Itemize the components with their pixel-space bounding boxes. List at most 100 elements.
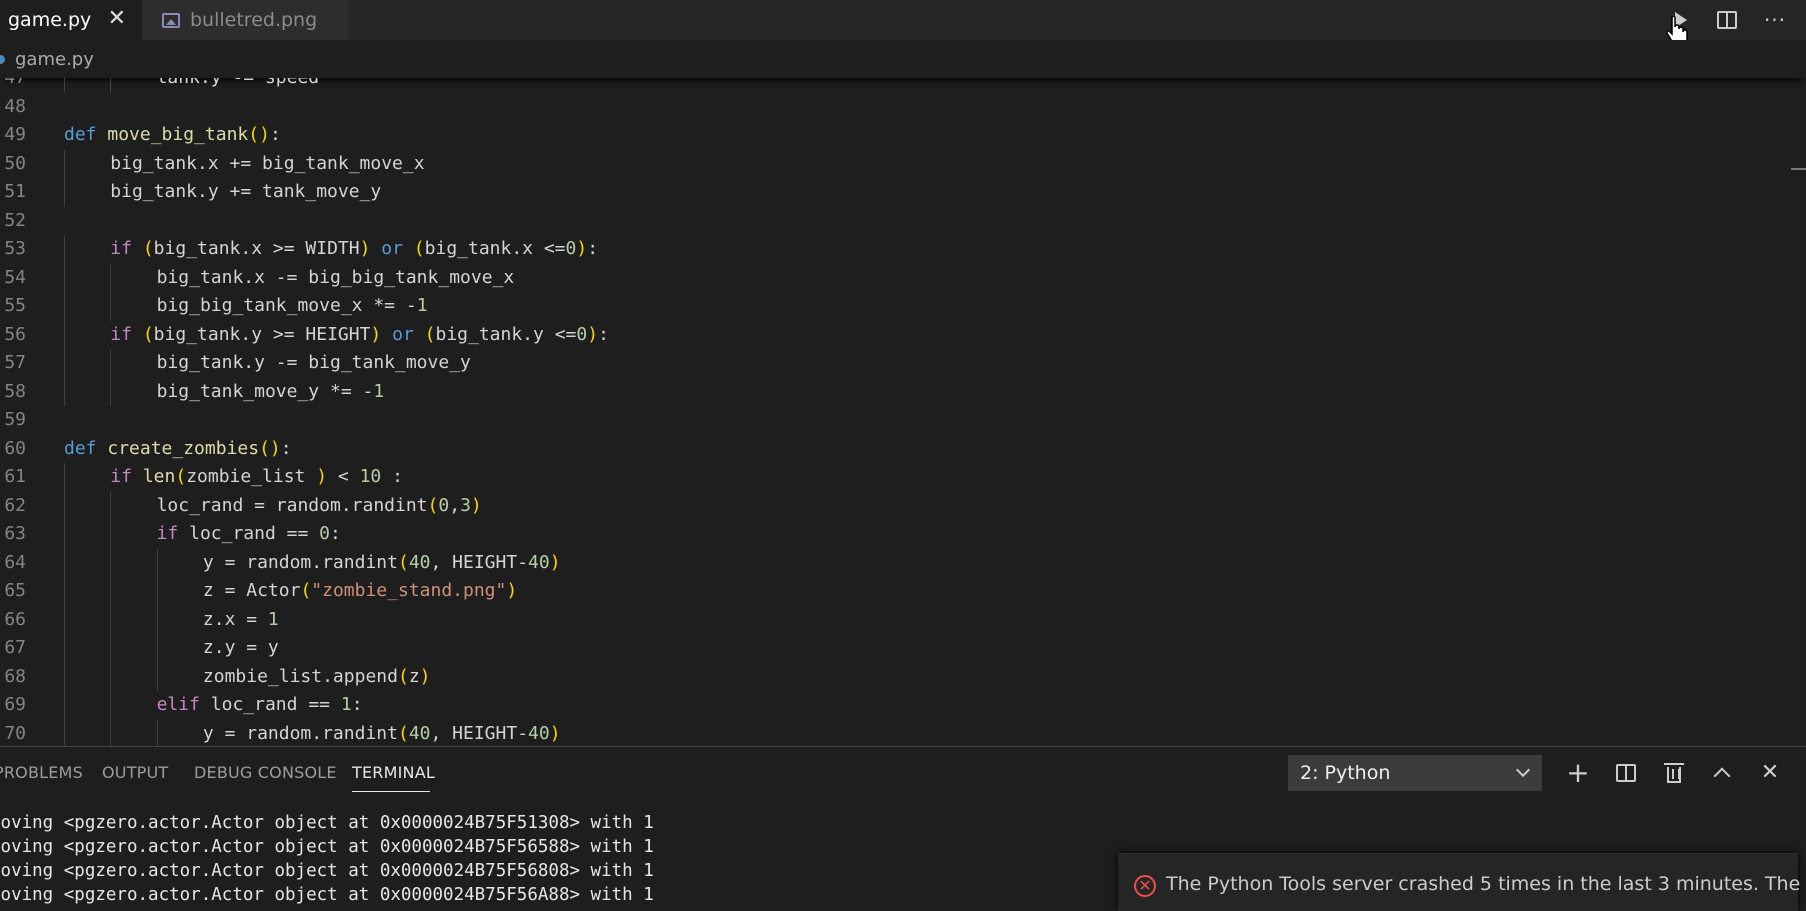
tab-problems[interactable]: PROBLEMS [0,763,83,782]
line-number: 64 [4,551,26,573]
line-number: 68 [4,665,26,687]
line-number: 62 [4,494,26,516]
code-text: def move_big_tank(): [64,124,281,145]
line-number: 48 [4,95,26,117]
active-tab-indicator [352,791,430,792]
code-text: zombie_list.append(z) [202,665,431,687]
indent-guide [110,634,112,663]
code-text: def create_zombies(): [64,437,292,459]
line-number: 61 [4,466,26,487]
new-terminal-icon[interactable]: + [1564,759,1592,787]
scrollbar-position-marker[interactable] [1791,168,1806,170]
code-text: big_tank_move_y *= -1 [156,380,385,402]
breadcrumb: game.py [0,40,1806,78]
line-number: 58 [4,380,26,402]
indent-guide [110,292,112,321]
tab-label: bulletred.png [190,9,318,31]
code-text: y = random.randint(40, HEIGHT-40) [202,551,561,573]
indent-guide [64,78,65,93]
code-text: big_tank.x += big_tank_move_x [110,152,425,174]
indent-guide [64,719,65,746]
error-icon: ✕ [1134,875,1156,897]
terminal-select[interactable]: 2: Python [1288,755,1542,791]
code-text: z.y = y [202,637,279,658]
indent-guide [64,577,65,606]
code-editor[interactable]: 47 tank.y -= speed 48 49 def move_big_tank()… [0,78,1806,746]
indent-guide [110,491,112,520]
indent-guide [156,662,158,691]
tab-label: game.py [8,9,92,31]
indent-guide [64,520,65,549]
code-text: if loc_rand == 0: [156,523,341,544]
line-number: 57 [4,352,26,373]
indent-guide [156,634,158,663]
indent-guide [64,320,65,349]
indent-guide [110,78,112,93]
indent-guide [110,691,112,720]
indent-guide [64,634,65,663]
indent-guide [64,605,65,634]
indent-guide [156,548,158,577]
indent-guide [110,577,112,606]
chevron-down-icon [1515,762,1531,778]
python-file-icon [0,54,5,64]
line-number: 65 [4,580,26,601]
line-number: 66 [4,608,26,630]
maximize-panel-icon[interactable] [1708,759,1736,787]
indent-guide [64,377,65,406]
tab-bulletred-png[interactable]: bulletred.png [142,0,348,40]
code-text: if (big_tank.y >= HEIGHT) or (big_tank.y… [110,323,609,345]
terminal-line: moving <pgzero.actor.Actor object at 0x0… [0,837,654,857]
editor-tab-bar: game.py ✕ bulletred.png ··· [0,0,1806,48]
split-terminal-icon[interactable] [1612,759,1640,787]
error-notification[interactable]: ✕ The Python Tools server crashed 5 time… [1118,853,1806,911]
image-file-icon [162,12,180,28]
code-text: tank.y -= speed [157,78,320,93]
close-panel-icon[interactable]: ✕ [1756,759,1784,787]
line-number: 55 [4,295,26,316]
line-number: 63 [4,523,26,544]
tab-output[interactable]: OUTPUT [102,763,168,782]
code-text: y = random.randint(40, HEIGHT-40) [202,722,561,744]
code-text: loc_rand = random.randint(0,3) [156,494,482,516]
close-tab-icon[interactable]: ✕ [108,8,126,30]
line-number: 69 [4,694,26,715]
line-number: 59 [4,409,26,430]
indent-guide [110,605,112,634]
indent-guide [64,691,65,720]
line-number: 53 [4,238,26,259]
line-number: 50 [4,152,26,174]
split-editor-icon[interactable] [1712,6,1742,34]
code-text: elif loc_rand == 1: [156,694,363,715]
line-number: 56 [4,323,26,345]
trash-icon[interactable] [1660,759,1688,787]
indent-guide [64,548,65,577]
more-actions-icon[interactable]: ··· [1760,6,1790,34]
code-text: z = Actor("zombie_stand.png") [202,580,518,601]
code-text: if (big_tank.x >= WIDTH) or (big_tank.x … [110,238,599,259]
terminal-select-value: 2: Python [1300,762,1391,784]
terminal-line: moving <pgzero.actor.Actor object at 0x0… [0,885,654,905]
tab-game-py[interactable]: game.py ✕ [0,0,142,40]
indent-guide [64,349,65,378]
indent-guide [64,292,65,321]
line-number: 67 [4,637,26,658]
indent-guide [64,178,65,207]
indent-guide [156,577,158,606]
code-text: if len(zombie_list ) < 10 : [110,466,403,487]
tab-terminal[interactable]: TERMINAL [352,763,435,782]
indent-guide [64,463,65,492]
indent-guide [64,263,65,292]
tab-debug-console[interactable]: DEBUG CONSOLE [194,763,337,782]
line-number: 51 [4,181,26,202]
indent-guide [64,149,65,178]
code-text: big_big_tank_move_x *= -1 [156,295,428,316]
indent-guide [110,377,112,406]
indent-guide [64,235,65,264]
line-number: 54 [4,266,26,288]
terminal-line: moving <pgzero.actor.Actor object at 0x0… [0,813,654,833]
indent-guide [64,491,65,520]
line-number: 52 [4,209,26,231]
indent-guide [110,662,112,691]
breadcrumb-file[interactable]: game.py [15,49,94,70]
